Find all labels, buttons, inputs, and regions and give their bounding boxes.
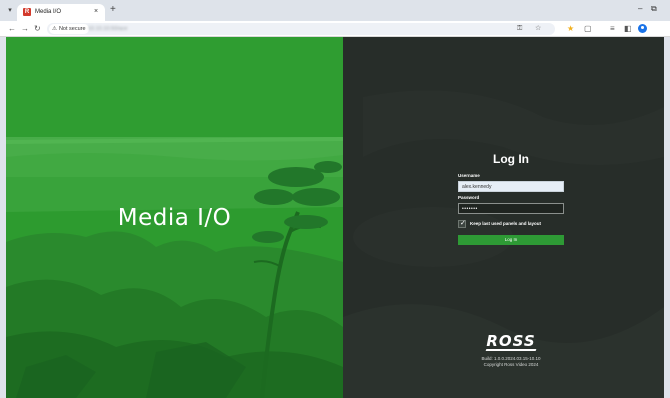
- media-io-brand-title: Media I/O: [117, 205, 232, 231]
- reload-button[interactable]: ↻: [34, 24, 41, 34]
- copyright-text: Copyright Ross Video 2024: [483, 362, 539, 367]
- security-chip[interactable]: ⚠ Not secure: [49, 24, 89, 34]
- password-label: Password: [458, 195, 480, 200]
- username-input[interactable]: [458, 181, 564, 192]
- keep-layout-label[interactable]: Keep last used panels and layout: [470, 221, 541, 227]
- login-form: Log In Username Password ✓ Keep last use…: [458, 152, 564, 245]
- playlist-icon[interactable]: ≡: [610, 24, 615, 34]
- keep-layout-checkbox[interactable]: ✓: [458, 220, 466, 228]
- side-panel-icon[interactable]: ◧: [624, 24, 632, 34]
- tab-close-button[interactable]: ×: [94, 7, 98, 17]
- password-input[interactable]: [458, 203, 564, 214]
- address-bar[interactable]: ⚠ Not secure 10.10.10.50/ace ⚿ ☆: [47, 23, 555, 35]
- username-label: Username: [458, 173, 480, 178]
- check-icon: ✓: [460, 220, 466, 227]
- page-content: Media I/O Log In Username Password ✓ Kee…: [6, 37, 664, 398]
- browser-tab-strip: ▾ R Media I/O × + – ⧉: [0, 0, 670, 21]
- url-text: 10.10.10.50/ace: [88, 26, 128, 32]
- login-panel: Log In Username Password ✓ Keep last use…: [343, 37, 664, 398]
- minimize-button[interactable]: –: [638, 4, 642, 14]
- back-button[interactable]: ←: [8, 24, 16, 34]
- browser-toolbar: ← → ↻ ⚠ Not secure 10.10.10.50/ace ⚿ ☆ ★ …: [0, 21, 670, 37]
- tab-list-button[interactable]: ▾: [5, 6, 15, 16]
- hero-panel: Media I/O: [6, 37, 343, 398]
- bookmark-star-icon[interactable]: ☆: [535, 24, 541, 34]
- extension-highlight-icon[interactable]: ★: [567, 24, 574, 34]
- security-chip-label: Not secure: [58, 26, 86, 32]
- tab-favicon-icon: R: [23, 8, 31, 16]
- password-key-icon[interactable]: ⚿: [517, 24, 522, 34]
- new-tab-button[interactable]: +: [110, 5, 116, 15]
- ross-footer: ROSS Build: 1.0.0.2024.03.15-10.10 Copyr…: [473, 333, 549, 368]
- extensions-icon[interactable]: ▢: [584, 24, 592, 34]
- maximize-button[interactable]: ⧉: [651, 4, 657, 14]
- warning-icon: ⚠: [52, 26, 57, 32]
- ross-logo: ROSS: [486, 332, 536, 350]
- tab-title: Media I/O: [35, 9, 62, 15]
- keep-layout-row[interactable]: ✓ Keep last used panels and layout: [458, 220, 564, 230]
- browser-tab[interactable]: R Media I/O ×: [17, 4, 105, 21]
- ross-logo-underline: [485, 349, 537, 351]
- login-title: Log In: [493, 152, 529, 166]
- log-in-button[interactable]: Log In: [458, 235, 564, 245]
- profile-avatar[interactable]: [638, 24, 647, 33]
- forward-button[interactable]: →: [21, 24, 29, 34]
